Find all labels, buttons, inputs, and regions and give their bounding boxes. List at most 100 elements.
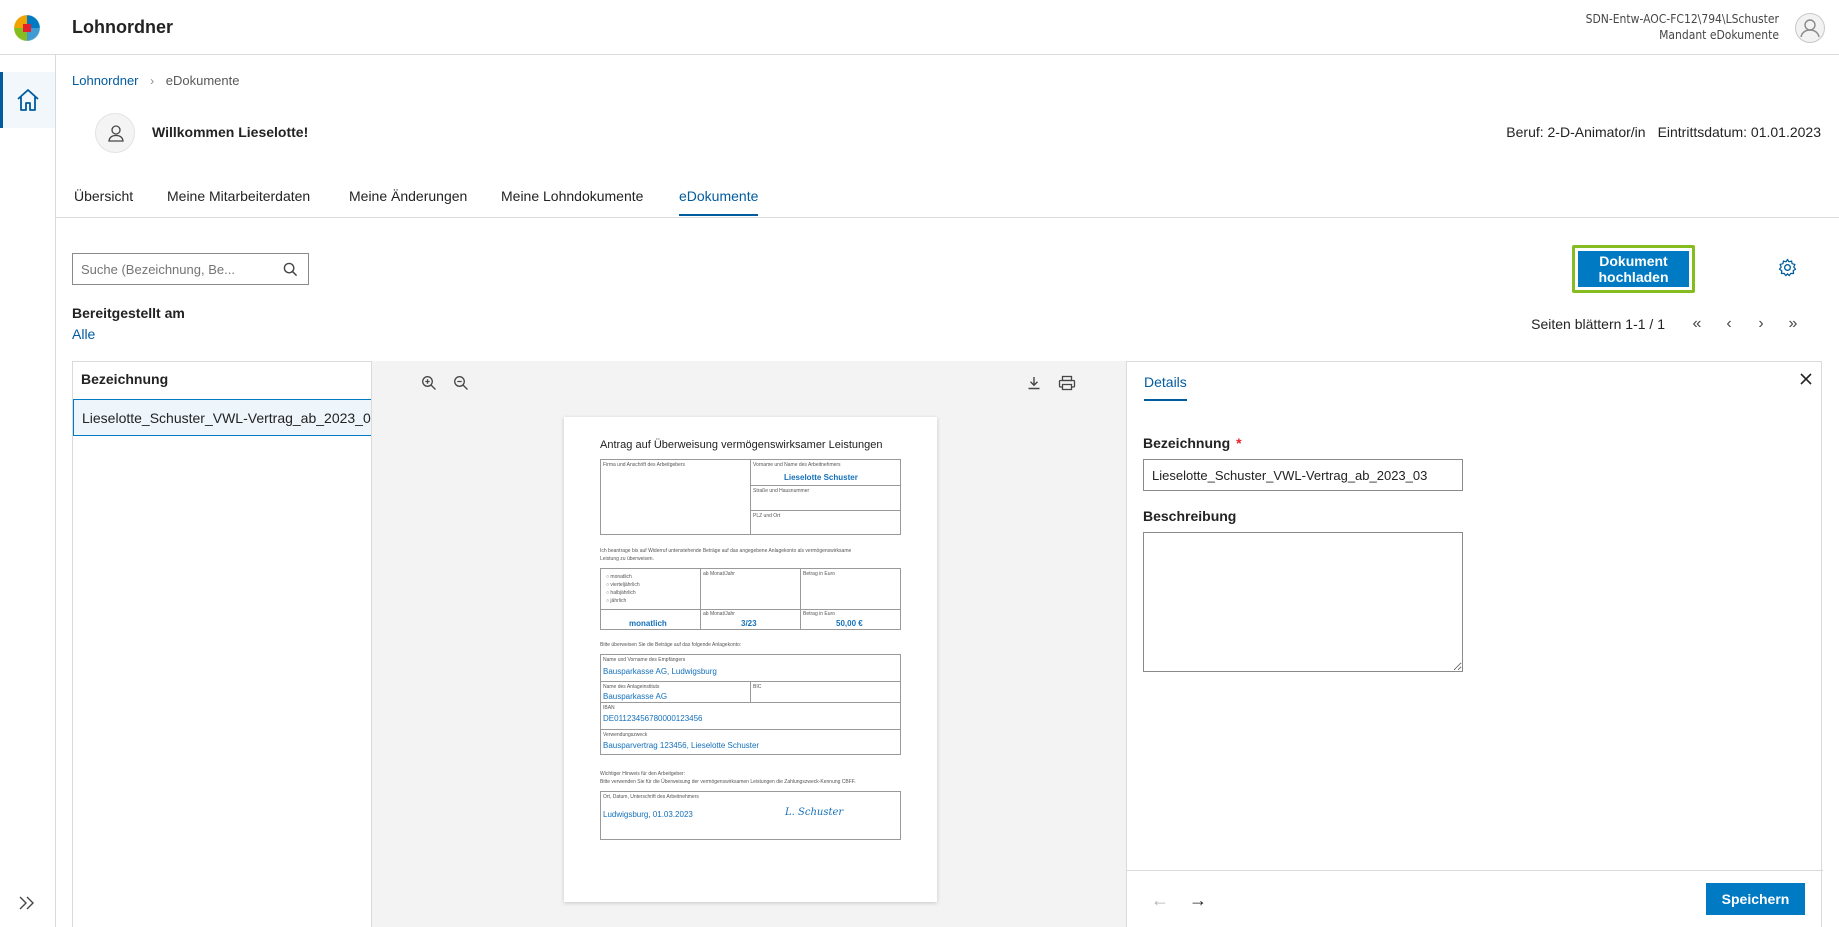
list-item[interactable]: Lieselotte_Schuster_VWL-Vertrag_ab_2023_… xyxy=(73,399,372,436)
zoom-in-icon[interactable] xyxy=(421,375,437,391)
doc-option: ○ monatlich xyxy=(606,574,632,580)
user-account: SDN-Entw-AOC-FC12\794\LSchuster xyxy=(1585,12,1779,26)
first-page-icon[interactable]: « xyxy=(1681,315,1713,333)
zoom-out-icon[interactable] xyxy=(453,375,469,391)
upload-document-button[interactable]: Dokument hochladen xyxy=(1578,251,1689,287)
user-info[interactable]: SDN-Entw-AOC-FC12\794\LSchuster Mandant … xyxy=(1586,11,1779,43)
save-button[interactable]: Speichern xyxy=(1706,883,1805,915)
doc-label-ort: Ort, Datum, Unterschrift des Arbeitnehme… xyxy=(603,794,699,800)
description-field[interactable] xyxy=(1143,532,1463,672)
doc-label-plz: PLZ und Ort xyxy=(753,513,781,519)
tab-edokumente[interactable]: eDokumente xyxy=(679,188,759,216)
download-icon[interactable] xyxy=(1026,375,1042,391)
doc-option: ○ vierteljährlich xyxy=(606,582,640,588)
pager: Seiten blättern 1-1 / 1 « ‹ › » xyxy=(1531,314,1809,334)
name-field-label: Bezeichnung * xyxy=(1143,435,1242,451)
tab-uebersicht[interactable]: Übersicht xyxy=(74,188,133,214)
doc-value-empfaenger: Bausparkasse AG, Ludwigsburg xyxy=(603,667,717,676)
required-marker: * xyxy=(1236,435,1242,451)
doc-value-betrag: 50,00 € xyxy=(836,619,863,628)
welcome-message: Willkommen Lieselotte! xyxy=(152,124,309,140)
doc-intro-text: Ich beantrage bis auf Widerruf untensteh… xyxy=(600,548,852,554)
list-item-label: Lieselotte_Schuster_VWL-Vertrag_ab_2023_… xyxy=(82,410,372,426)
filter-label: Bereitgestellt am xyxy=(72,305,185,321)
gear-icon[interactable] xyxy=(1778,258,1797,277)
employee-avatar xyxy=(95,113,135,153)
search-box xyxy=(72,253,309,285)
document-viewer: Antrag auf Überweisung vermögenswirksame… xyxy=(371,361,1127,927)
tab-details[interactable]: Details xyxy=(1144,374,1187,401)
doc-divider xyxy=(800,568,801,630)
filter-value-link[interactable]: Alle xyxy=(72,326,95,342)
doc-value-interval: monatlich xyxy=(629,619,667,628)
doc-title: Antrag auf Überweisung vermögenswirksame… xyxy=(600,439,883,451)
doc-label-bic: BIC xyxy=(753,684,762,690)
brand-logo-icon xyxy=(13,14,41,42)
tab-lohndokumente[interactable]: Meine Lohndokumente xyxy=(501,188,643,214)
employee-meta: Beruf: 2-D-Animator/in Eintrittsdatum: 01… xyxy=(1506,124,1821,140)
doc-transfer-text: Bitte überweisen Sie die Beträge auf das… xyxy=(600,642,742,648)
doc-label-ab: ab Monat/Jahr xyxy=(703,571,735,577)
breadcrumb-link-lohnordner[interactable]: Lohnordner xyxy=(72,73,139,88)
arrow-right-icon[interactable]: → xyxy=(1189,890,1207,911)
doc-value-ort: Ludwigsburg, 01.03.2023 xyxy=(603,810,693,819)
pager-text: Seiten blättern 1-1 / 1 xyxy=(1531,316,1665,332)
doc-value-iban: DE01123456780000123456 xyxy=(603,714,703,723)
doc-intro-text-2: Leistung zu überweisen. xyxy=(600,556,654,562)
doc-label-name: Vorname und Name des Arbeitnehmers xyxy=(753,462,841,468)
next-page-icon[interactable]: › xyxy=(1745,315,1777,333)
search-input[interactable] xyxy=(73,254,273,284)
doc-option: ○ jährlich xyxy=(606,598,627,604)
doc-divider xyxy=(600,609,901,610)
rail-home-button[interactable] xyxy=(0,72,55,128)
document-panel: Bezeichnung Lieselotte_Schuster_VWL-Vert… xyxy=(72,361,1823,927)
doc-divider xyxy=(700,568,701,630)
breadcrumb-current: eDokumente xyxy=(165,73,240,88)
doc-label-ab-2: ab Monat/Jahr xyxy=(703,611,735,617)
breadcrumb-chevron-icon: › xyxy=(150,74,155,88)
breadcrumb: Lohnordner › eDokumente xyxy=(72,73,239,88)
tab-aenderungen[interactable]: Meine Änderungen xyxy=(349,188,467,214)
doc-label-institut: Name des Anlageinstituts xyxy=(603,684,660,690)
home-icon xyxy=(17,89,39,111)
search-icon[interactable] xyxy=(283,262,298,277)
employee-eintrittsdatum: Eintrittsdatum: 01.01.2023 xyxy=(1657,124,1821,140)
doc-divider xyxy=(750,485,901,486)
doc-divider xyxy=(600,729,901,730)
last-page-icon[interactable]: » xyxy=(1777,315,1809,333)
details-pane: Details Bezeichnung * Beschreibung ← → Sp… xyxy=(1127,362,1823,927)
doc-label-firma: Firma und Anschrift des Arbeitgebers xyxy=(603,462,685,468)
tab-mitarbeiterdaten[interactable]: Meine Mitarbeiterdaten xyxy=(167,188,310,214)
user-icon xyxy=(1800,19,1820,38)
doc-value-ab: 3/23 xyxy=(741,619,757,628)
doc-label-zweck: Verwendungszweck xyxy=(603,732,648,738)
doc-value-institut: Bausparkasse AG xyxy=(603,692,668,701)
name-label-text: Bezeichnung xyxy=(1143,435,1231,451)
list-column-header[interactable]: Bezeichnung xyxy=(81,371,168,387)
description-field-label: Beschreibung xyxy=(1143,508,1237,524)
doc-label-empfaenger: Name und Vorname des Empfängers xyxy=(603,657,686,663)
doc-hint-title: Wichtiger Hinweis für den Arbeitgeber: xyxy=(600,771,686,777)
details-footer: ← → Speichern xyxy=(1127,870,1823,927)
previous-page-icon[interactable]: ‹ xyxy=(1713,315,1745,333)
doc-divider xyxy=(750,459,751,535)
doc-divider xyxy=(600,702,901,703)
app-root: Lohnordner SDN-Entw-AOC-FC12\794\LSchust… xyxy=(0,0,1839,927)
doc-signature: L. Schuster xyxy=(785,807,844,818)
person-icon xyxy=(108,125,124,142)
name-field[interactable] xyxy=(1143,459,1463,491)
doc-label-betrag-2: Betrag in Euro xyxy=(803,611,835,617)
upload-highlight: Dokument hochladen xyxy=(1572,245,1695,293)
employee-beruf: Beruf: 2-D-Animator/in xyxy=(1506,124,1646,140)
doc-label-betrag: Betrag in Euro xyxy=(803,571,835,577)
app-title: Lohnordner xyxy=(72,17,173,37)
doc-value-zweck: Bausparvertrag 123456, Lieselotte Schust… xyxy=(603,741,760,750)
user-avatar[interactable] xyxy=(1795,13,1825,43)
document-page: Antrag auf Überweisung vermögenswirksame… xyxy=(564,417,937,902)
document-list: Bezeichnung Lieselotte_Schuster_VWL-Vert… xyxy=(73,362,372,927)
print-icon[interactable] xyxy=(1058,375,1076,391)
expand-rail-icon[interactable] xyxy=(17,895,37,911)
doc-divider xyxy=(750,510,901,511)
arrow-left-icon[interactable]: ← xyxy=(1151,890,1169,911)
close-icon[interactable] xyxy=(1799,372,1813,386)
